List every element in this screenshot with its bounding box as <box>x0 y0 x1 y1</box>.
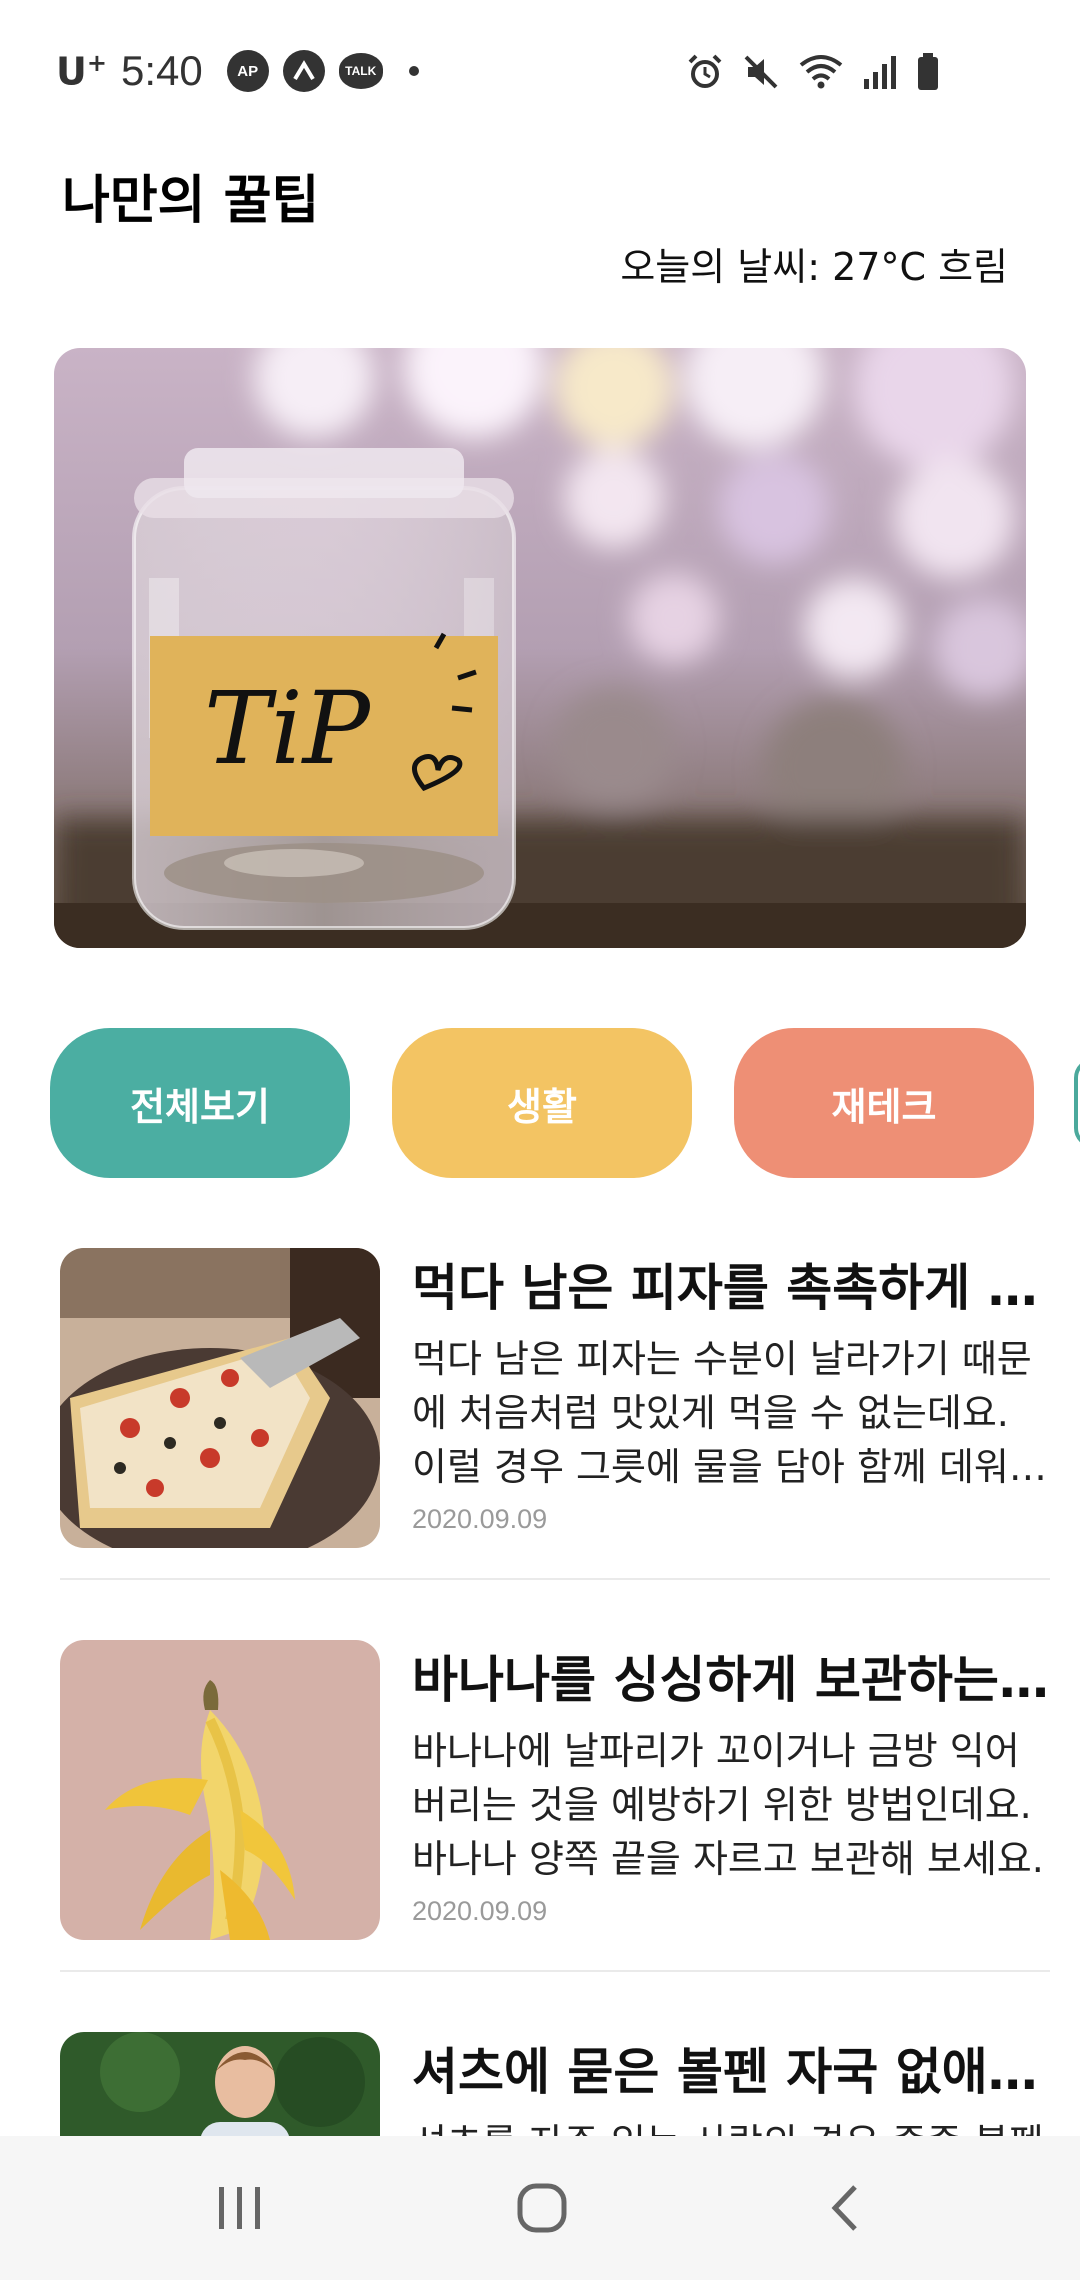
divider <box>60 1970 1050 1972</box>
hero-banner[interactable]: TiP <box>54 348 1026 948</box>
article-date: 2020.09.09 <box>412 1504 548 1534</box>
navigation-bar <box>0 2136 1080 2280</box>
article-summary: 바나나에 날파리가 꼬이거나 금방 익어버리는 것을 예방하기 위한 방법인데요… <box>412 1729 1044 1881</box>
category-finance-button[interactable]: 재테크 <box>734 1028 1034 1178</box>
battery-icon <box>918 53 938 90</box>
back-button[interactable] <box>744 2136 944 2280</box>
category-row: 전체보기 생활 재테크 <box>0 1028 1080 1178</box>
article-title: 바나나를 싱싱하게 보관하는 방법 <box>412 1651 1052 1709</box>
status-bar: U+ 5:40 AP TALK <box>0 0 1080 140</box>
article-thumbnail <box>60 1248 380 1548</box>
arrow-notification-icon <box>282 50 325 92</box>
article-title: 먹다 남은 피자를 촉촉하게 데우는 방법 <box>412 1259 1052 1317</box>
recent-apps-button[interactable] <box>140 2136 340 2280</box>
app-notification-icon: AP <box>226 50 269 92</box>
article-title: 셔츠에 묻은 볼펜 자국 없애는 방법 <box>412 2043 1052 2101</box>
category-life-button[interactable]: 생활 <box>392 1028 692 1178</box>
carrier-plus: + <box>86 48 107 77</box>
carrier-text: U <box>56 49 87 94</box>
article-item[interactable]: 먹다 남은 피자를 촉촉하게 데우는 방법 먹다 남은 피자는 수분이 날라가기… <box>60 1248 1052 1548</box>
home-button[interactable] <box>442 2136 642 2280</box>
status-left: U+ 5:40 AP TALK <box>56 40 419 102</box>
article-item[interactable]: 바나나를 싱싱하게 보관하는 방법 바나나에 날파리가 꼬이거나 금방 익어버리… <box>60 1640 1052 1940</box>
home-icon <box>517 2183 567 2233</box>
tip-label-text: TiP <box>204 670 372 787</box>
pizza-photo <box>60 1248 380 1548</box>
category-more-peek[interactable] <box>1074 1058 1080 1148</box>
status-right <box>686 44 940 100</box>
page-title: 나만의 꿀팁 <box>62 171 320 231</box>
more-notifications-dot <box>408 66 419 76</box>
carrier-label: U+ <box>56 49 107 94</box>
article-date: 2020.09.09 <box>412 1896 548 1926</box>
tip-jar-image: TiP <box>54 348 1026 948</box>
alarm-icon <box>688 54 722 88</box>
weather-info: 오늘의 날씨: 27°C 흐림 <box>620 245 1008 289</box>
talk-notification-icon: TALK <box>338 53 383 89</box>
mute-icon <box>744 55 778 89</box>
wifi-icon <box>799 55 843 89</box>
category-all-button[interactable]: 전체보기 <box>50 1028 350 1178</box>
article-summary: 먹다 남은 피자는 수분이 날라가기 때문에 처음처럼 맛있게 먹을 수 없는데… <box>412 1337 1044 1489</box>
banana-photo <box>60 1640 380 1940</box>
back-icon <box>831 2185 857 2231</box>
recent-apps-icon <box>219 2187 260 2229</box>
signal-icon <box>864 56 896 89</box>
clock: 5:40 <box>120 47 203 94</box>
divider <box>60 1578 1050 1580</box>
article-thumbnail <box>60 1640 380 1940</box>
